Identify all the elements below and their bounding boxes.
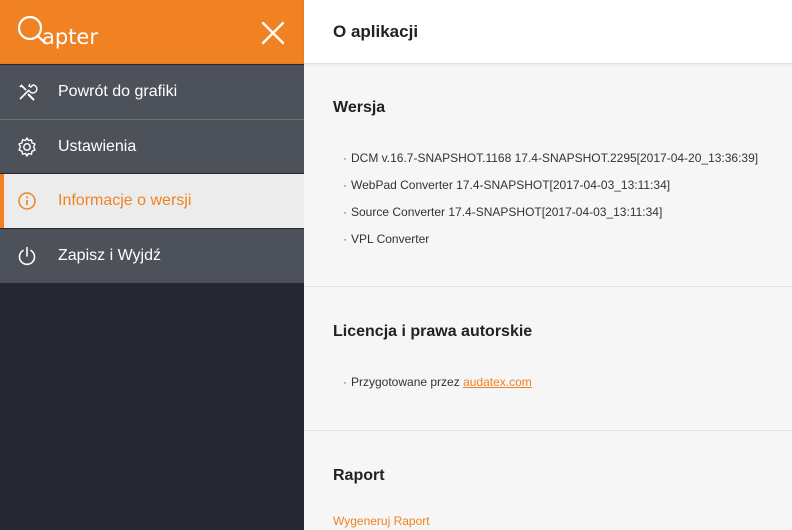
audatex-link[interactable]: audatex.com <box>463 375 532 389</box>
gear-icon <box>18 137 36 157</box>
logo-text: apter <box>42 25 98 49</box>
version-item: · Source Converter 17.4-SNAPSHOT[2017-04-… <box>343 205 663 219</box>
sidebar-item-version-info[interactable]: Informacje o wersji <box>0 174 304 228</box>
version-section: Wersja · DCM v.16.7-SNAPSHOT.1168 17.4-SN… <box>304 65 792 286</box>
report-section: Raport Wygeneruj Raport <box>304 430 792 530</box>
sidebar-item-label: Powrót do grafiki <box>58 83 178 100</box>
apter-logo: apter <box>17 15 98 49</box>
tools-icon <box>19 83 38 101</box>
info-icon <box>18 192 36 210</box>
sidebar-item-settings[interactable]: Ustawienia <box>0 119 304 173</box>
sidebar-item-label: Zapisz i Wyjdź <box>58 247 161 264</box>
license-item: · Przygotowane przez audatex.com <box>343 375 532 389</box>
power-icon <box>18 246 36 266</box>
report-heading: Raport <box>333 467 385 484</box>
generate-report-link[interactable]: Wygeneruj Raport <box>333 514 430 528</box>
brand-header: apter <box>0 0 304 64</box>
close-icon[interactable] <box>259 19 287 47</box>
sidebar-item-back-to-graphics[interactable]: Powrót do grafiki <box>0 65 304 119</box>
license-section: Licencja i prawa autorskie · Przygotowane… <box>304 286 792 430</box>
sidebar-item-label: Ustawienia <box>58 138 137 155</box>
sidebar: apter Powrót do grafiki Ustawienia Infor… <box>0 0 304 530</box>
page-header: O aplikacji <box>304 0 792 64</box>
version-item: · DCM v.16.7-SNAPSHOT.1168 17.4-SNAPSHOT.… <box>343 151 759 165</box>
version-heading: Wersja <box>333 99 386 116</box>
license-heading: Licencja i prawa autorskie <box>333 323 533 340</box>
version-item: · WebPad Converter 17.4-SNAPSHOT[2017-04-… <box>343 178 671 192</box>
sidebar-item-label: Informacje o wersji <box>58 192 192 209</box>
sidebar-item-save-exit[interactable]: Zapisz i Wyjdź <box>0 229 304 283</box>
prepared-by-text: Przygotowane przez <box>351 375 460 389</box>
active-indicator <box>0 174 4 228</box>
version-item: · VPL Converter <box>343 232 430 246</box>
page-title: O aplikacji <box>333 22 419 41</box>
main-panel: O aplikacji Wersja · DCM v.16.7-SNAPSHOT.… <box>304 0 792 530</box>
